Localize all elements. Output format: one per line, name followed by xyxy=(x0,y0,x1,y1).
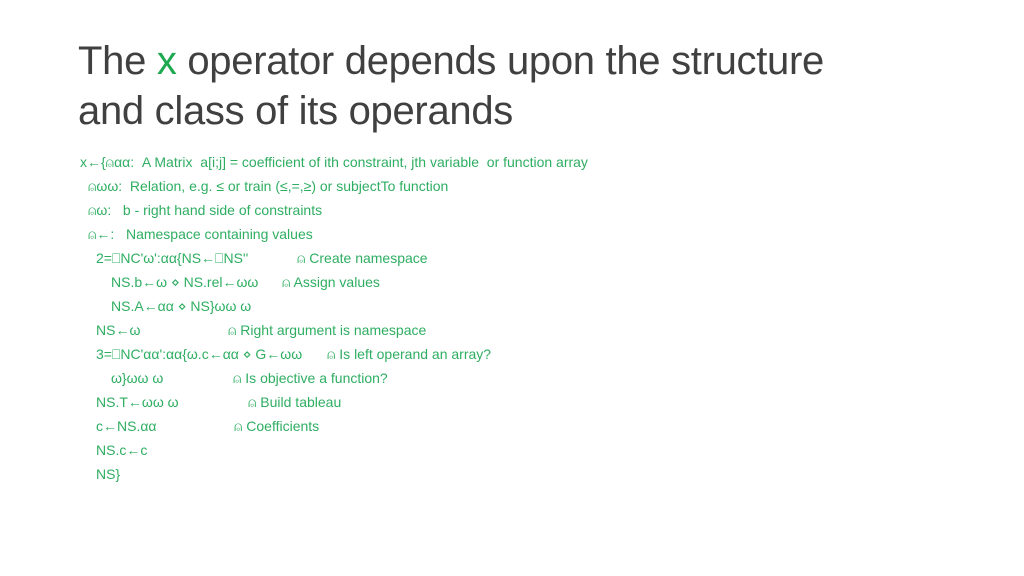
code-line: 2=⎕NC'ω':αα{NS←⎕NS'' xyxy=(96,250,249,266)
code-line: ω}ωω ω xyxy=(111,370,164,386)
code-comment: ⍝ Is left operand an array? xyxy=(327,346,492,362)
code-line: 3=⎕NC'αα':αα{ω.c←αα ⋄ G←ωω xyxy=(96,346,303,362)
title-part2: operator depends upon the structure xyxy=(176,39,824,83)
code-line: NS.T←ωω ω xyxy=(96,394,179,410)
title-part1: The xyxy=(78,39,157,83)
code-line: NS.b←ω ⋄ NS.rel←ωω xyxy=(111,274,259,290)
code-line: NS←ω xyxy=(96,322,141,338)
code-line: NS.A←αα ⋄ NS}ωω ω xyxy=(111,298,252,314)
code-line: NS.c←c xyxy=(96,442,148,458)
code-line: NS} xyxy=(96,466,121,482)
title-line2: and class of its operands xyxy=(78,89,513,133)
code-line: ⍝←: Namespace containing values xyxy=(88,226,313,242)
code-line: ⍝ωω: Relation, e.g. ≤ or train (≤,=,≥) o… xyxy=(88,178,449,194)
title-operator: x xyxy=(156,39,177,83)
code-line: c←NS.αα xyxy=(96,418,157,434)
code-line: ⍝ω: b - right hand side of constraints xyxy=(88,202,323,218)
code-comment: ⍝ Is objective a function? xyxy=(233,370,388,386)
code-comment: ⍝ Build tableau xyxy=(248,394,342,410)
code-comment: ⍝ Coefficients xyxy=(234,418,320,434)
slide-title: The x operator depends upon the structur… xyxy=(78,36,824,136)
code-comment: ⍝ Assign values xyxy=(282,274,380,290)
code-comment: ⍝ Right argument is namespace xyxy=(228,322,427,338)
code-comment: ⍝ Create namespace xyxy=(297,250,428,266)
code-line: x←{⍝αα: A Matrix a[i;j] = coefficient of… xyxy=(80,154,588,170)
